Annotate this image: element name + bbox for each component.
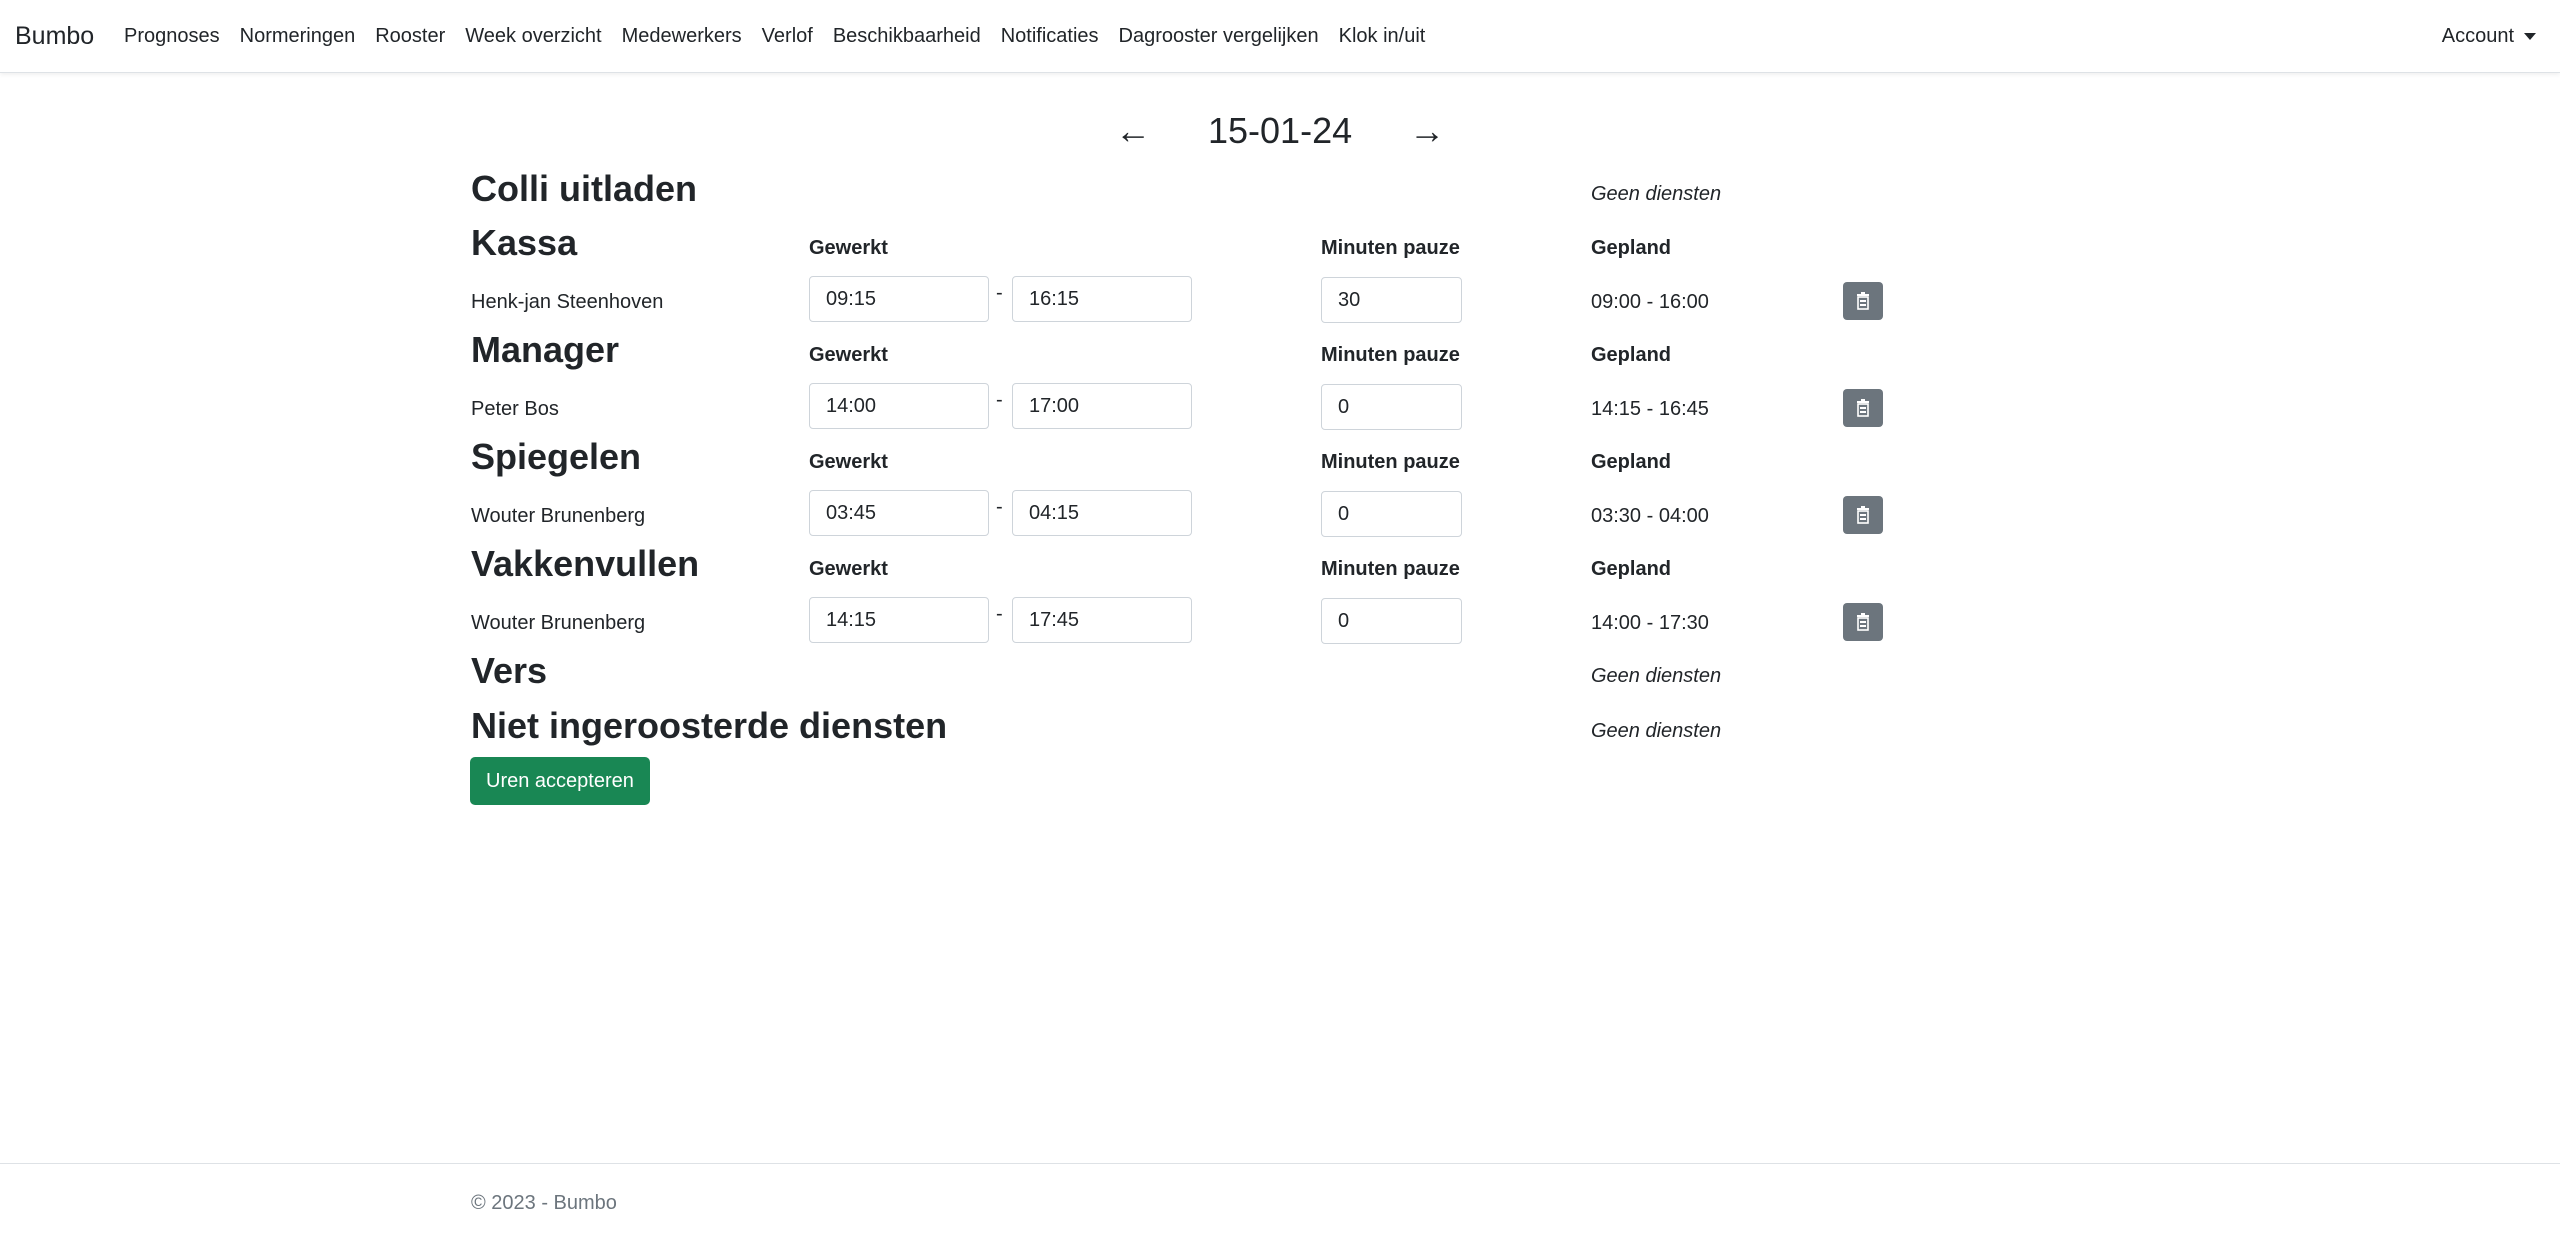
- worked-end-input[interactable]: 16:15: [1012, 276, 1192, 322]
- planned-header: Gepland: [1591, 237, 1672, 259]
- nav-link-notificaties[interactable]: Notificaties: [1001, 22, 1099, 50]
- time-separator: -: [996, 389, 1003, 411]
- worked-header: Gewerkt: [809, 451, 888, 473]
- worked-end-input[interactable]: 17:00: [1012, 383, 1192, 429]
- delete-shift-button[interactable]: [1843, 603, 1883, 641]
- nav-link-rooster[interactable]: Rooster: [375, 22, 445, 50]
- time-separator: -: [996, 282, 1003, 304]
- pause-minutes-input[interactable]: 0: [1321, 384, 1462, 430]
- pause-header: Minuten pauze: [1321, 344, 1460, 366]
- employee-name: Peter Bos: [471, 398, 559, 420]
- delete-shift-button[interactable]: [1843, 282, 1883, 320]
- trash-icon: [1857, 399, 1869, 417]
- previous-day-button[interactable]: ←: [1115, 110, 1151, 152]
- delete-shift-button[interactable]: [1843, 496, 1883, 534]
- footer-divider: [0, 1163, 2560, 1164]
- section-title-manager: Manager: [471, 329, 620, 370]
- planned-time: 09:00 - 16:00: [1591, 291, 1709, 313]
- worked-header: Gewerkt: [809, 344, 888, 366]
- employee-name: Wouter Brunenberg: [471, 612, 646, 634]
- employee-name: Wouter Brunenberg: [471, 505, 646, 527]
- chevron-down-icon: [2524, 32, 2536, 40]
- time-separator: -: [996, 603, 1003, 625]
- pause-header: Minuten pauze: [1321, 451, 1460, 473]
- employee-name: Henk-jan Steenhoven: [471, 291, 664, 313]
- worked-start-input[interactable]: 03:45: [809, 490, 989, 536]
- accept-hours-button[interactable]: Uren accepteren: [470, 757, 650, 805]
- worked-start-input[interactable]: 09:15: [809, 276, 989, 322]
- date-navigation: ← 15-01-24 →: [0, 106, 2560, 156]
- nav-link-dagrooster-vergelijken[interactable]: Dagrooster vergelijken: [1119, 22, 1319, 50]
- section-title-niet-ingeroosterde-diensten: Niet ingeroosterde diensten: [471, 705, 948, 746]
- worked-header: Gewerkt: [809, 558, 888, 580]
- worked-end-input[interactable]: 17:45: [1012, 597, 1192, 643]
- footer-copyright: © 2023 - Bumbo: [471, 1192, 617, 1214]
- trash-icon: [1857, 613, 1869, 631]
- pause-header: Minuten pauze: [1321, 237, 1460, 259]
- pause-minutes-input[interactable]: 0: [1321, 491, 1462, 537]
- trash-icon: [1857, 292, 1869, 310]
- nav-link-prognoses[interactable]: Prognoses: [124, 22, 220, 50]
- no-shifts-text: Geen diensten: [1591, 720, 1722, 742]
- planned-header: Gepland: [1591, 558, 1672, 580]
- planned-time: 03:30 - 04:00: [1591, 505, 1709, 527]
- section-title-vakkenvullen: Vakkenvullen: [471, 543, 700, 584]
- no-shifts-text: Geen diensten: [1591, 183, 1722, 205]
- nav-link-klok-in-uit[interactable]: Klok in/uit: [1339, 22, 1426, 50]
- nav-link-beschikbaarheid[interactable]: Beschikbaarheid: [833, 22, 981, 50]
- nav-link-normeringen[interactable]: Normeringen: [240, 22, 356, 50]
- brand-logo[interactable]: Bumbo: [15, 20, 94, 52]
- planned-header: Gepland: [1591, 451, 1672, 473]
- nav-link-medewerkers[interactable]: Medewerkers: [622, 22, 742, 50]
- planned-header: Gepland: [1591, 344, 1672, 366]
- nav-links: Prognoses Normeringen Rooster Week overz…: [124, 22, 1425, 50]
- nav-link-verlof[interactable]: Verlof: [762, 22, 813, 50]
- pause-header: Minuten pauze: [1321, 558, 1460, 580]
- worked-start-input[interactable]: 14:00: [809, 383, 989, 429]
- current-date: 15-01-24: [1208, 110, 1353, 151]
- section-title-vers: Vers: [471, 650, 548, 691]
- navbar: Bumbo Prognoses Normeringen Rooster Week…: [0, 0, 2560, 73]
- account-label: Account: [2441, 25, 2514, 47]
- worked-header: Gewerkt: [809, 237, 888, 259]
- trash-icon: [1857, 506, 1869, 524]
- worked-start-input[interactable]: 14:15: [809, 597, 989, 643]
- nav-link-week-overzicht[interactable]: Week overzicht: [465, 22, 601, 50]
- pause-minutes-input[interactable]: 0: [1321, 598, 1462, 644]
- no-shifts-text: Geen diensten: [1591, 665, 1722, 687]
- section-title-kassa: Kassa: [471, 222, 578, 263]
- section-title-spiegelen: Spiegelen: [471, 436, 642, 477]
- section-title-colli-uitladen: Colli uitladen: [471, 168, 698, 209]
- next-day-button[interactable]: →: [1409, 110, 1445, 152]
- planned-time: 14:00 - 17:30: [1591, 612, 1709, 634]
- account-dropdown[interactable]: Account: [2442, 22, 2536, 50]
- planned-time: 14:15 - 16:45: [1591, 398, 1709, 420]
- worked-end-input[interactable]: 04:15: [1012, 490, 1192, 536]
- pause-minutes-input[interactable]: 30: [1321, 277, 1462, 323]
- delete-shift-button[interactable]: [1843, 389, 1883, 427]
- time-separator: -: [996, 496, 1003, 518]
